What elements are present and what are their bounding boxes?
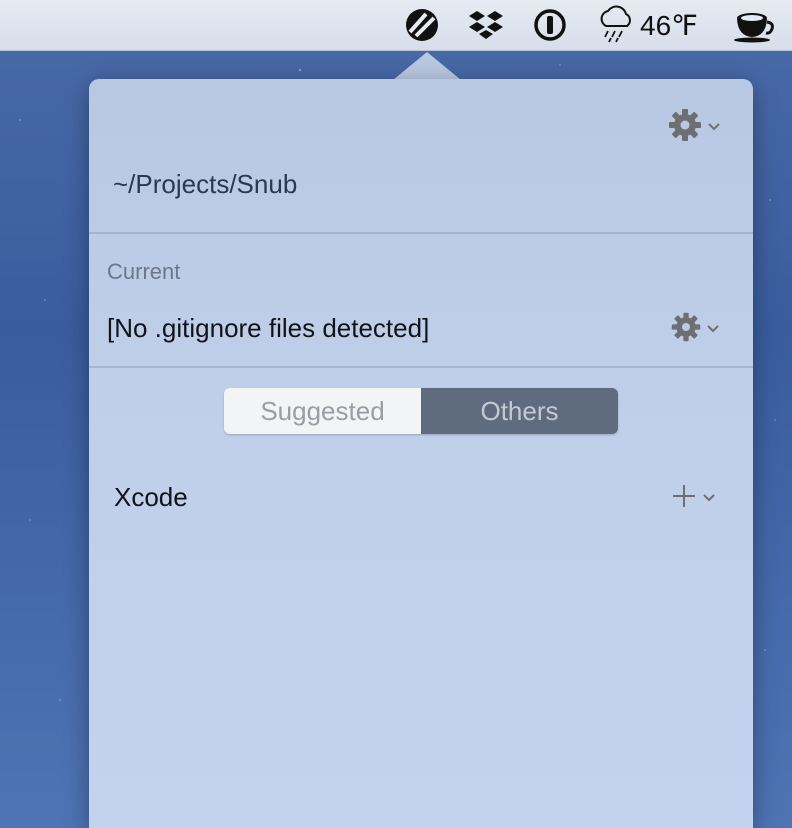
snub-popover: ~/Projects/Snub Current [No .gitignore f… — [89, 79, 753, 828]
gear-icon — [670, 311, 702, 348]
chevron-down-icon — [707, 119, 721, 137]
plus-icon — [670, 482, 698, 515]
settings-menu-button[interactable] — [667, 107, 721, 148]
snub-icon[interactable] — [402, 6, 442, 44]
divider — [89, 366, 753, 368]
add-template-button[interactable] — [670, 482, 716, 515]
password-manager-icon[interactable] — [532, 6, 568, 44]
tab-suggested[interactable]: Suggested — [224, 388, 421, 434]
project-path: ~/Projects/Snub — [113, 169, 298, 199]
coffee-cup-icon[interactable] — [732, 6, 776, 44]
menu-bar: 46℉ — [0, 0, 792, 51]
dropbox-icon[interactable] — [466, 6, 506, 44]
template-item-label: Xcode — [114, 482, 188, 512]
tab-others[interactable]: Others — [421, 388, 618, 434]
chevron-down-icon — [706, 321, 720, 339]
weather-rain-icon[interactable]: 46℉ — [596, 5, 698, 44]
weather-temperature: 46℉ — [640, 9, 698, 41]
popover-arrow — [393, 52, 461, 80]
tab-segmented-control: Suggested Others — [224, 388, 618, 434]
chevron-down-icon — [702, 490, 716, 508]
current-section-label: Current — [107, 259, 181, 284]
current-settings-menu-button[interactable] — [670, 311, 720, 348]
divider — [89, 232, 753, 234]
current-gitignore-status: [No .gitignore files detected] — [107, 313, 430, 343]
gear-icon — [667, 107, 703, 148]
